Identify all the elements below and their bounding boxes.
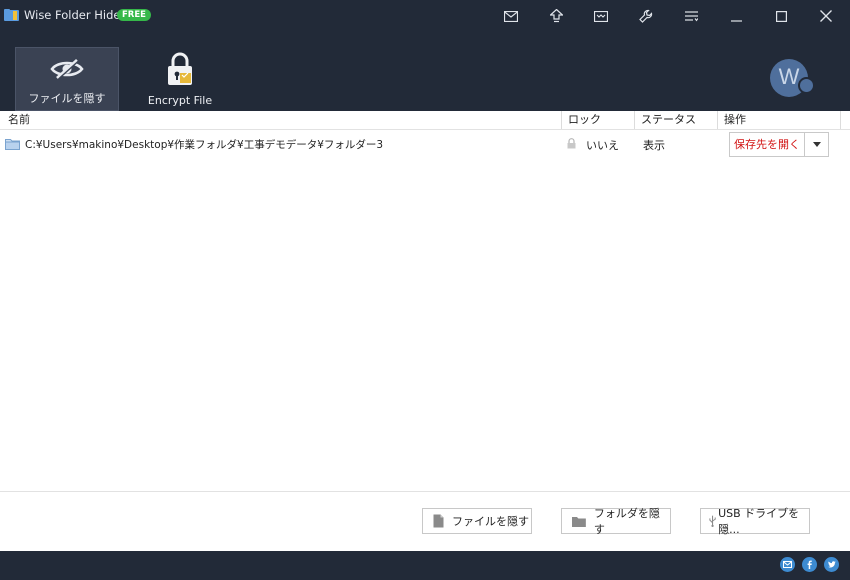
- minimize-icon: [730, 19, 742, 22]
- row-status-value: 表示: [643, 139, 665, 152]
- hide-folder-button[interactable]: フォルダを隠す: [561, 507, 671, 536]
- hide-file-button-label: ファイルを隠す: [452, 515, 529, 528]
- mail-icon: [504, 10, 518, 22]
- lock-icon: [567, 138, 576, 149]
- email-social-icon[interactable]: [780, 557, 795, 572]
- footer-bar: [0, 551, 850, 580]
- folder-icon: [572, 516, 586, 527]
- facebook-icon: [807, 560, 812, 569]
- settings-icon: [639, 9, 653, 23]
- table-header: 名前 ロック ステータス 操作: [0, 111, 850, 130]
- column-header-name[interactable]: 名前: [0, 111, 562, 129]
- column-header-lock[interactable]: ロック: [562, 111, 635, 129]
- app-header: Wise Folder Hider FREE ファイルを隠す Encrypt F…: [0, 0, 850, 111]
- close-button[interactable]: [812, 4, 840, 28]
- close-icon: [820, 10, 832, 22]
- avatar-status-dot: [798, 77, 815, 94]
- file-icon: [433, 514, 444, 528]
- twitter-social-icon[interactable]: [824, 557, 839, 572]
- envelope-icon: [783, 561, 792, 568]
- app-title: Wise Folder Hider: [24, 8, 126, 22]
- hide-file-button[interactable]: ファイルを隠す: [422, 508, 532, 534]
- caret-down-icon: [812, 142, 821, 147]
- hide-file-tool-label: ファイルを隠す: [28, 92, 106, 105]
- feedback-button[interactable]: [587, 4, 615, 28]
- maximize-icon: [775, 10, 787, 22]
- app-logo-icon: [4, 9, 19, 21]
- hide-file-tool[interactable]: ファイルを隠す: [15, 47, 119, 111]
- column-header-action[interactable]: 操作: [718, 111, 841, 129]
- bottom-separator: [0, 491, 850, 492]
- folder-icon: [5, 139, 20, 150]
- mail-button[interactable]: [497, 4, 525, 28]
- hidden-eye-icon: [50, 58, 84, 80]
- twitter-icon: [828, 561, 836, 568]
- encrypt-file-tool[interactable]: Encrypt File: [132, 47, 228, 111]
- encrypt-file-tool-label: Encrypt File: [147, 94, 213, 107]
- table-row[interactable]: C:¥Users¥makino¥Desktop¥作業フォルダ¥工事デモデータ¥フ…: [0, 131, 850, 157]
- upgrade-button[interactable]: [542, 4, 570, 28]
- row-path: C:¥Users¥makino¥Desktop¥作業フォルダ¥工事デモデータ¥フ…: [25, 139, 384, 151]
- free-badge: FREE: [117, 9, 151, 21]
- menu-icon: [684, 10, 698, 21]
- maximize-button[interactable]: [767, 4, 795, 28]
- settings-button[interactable]: [632, 4, 660, 28]
- hide-folder-button-label: フォルダを隠す: [593, 507, 660, 536]
- hide-usb-button[interactable]: USB ドライブを隠...: [700, 507, 810, 536]
- feedback-icon: [594, 10, 608, 22]
- open-location-button[interactable]: 保存先を開く: [729, 132, 805, 157]
- action-dropdown-button[interactable]: [804, 132, 829, 157]
- column-header-status[interactable]: ステータス: [635, 111, 718, 129]
- row-lock-value: いいえ: [586, 139, 619, 152]
- facebook-social-icon[interactable]: [802, 557, 817, 572]
- padlock-icon: [168, 52, 192, 85]
- menu-button[interactable]: [677, 4, 705, 28]
- upgrade-icon: [549, 9, 563, 23]
- title-bar: Wise Folder Hider FREE: [0, 0, 850, 32]
- hide-usb-button-label: USB ドライブを隠...: [718, 507, 800, 536]
- minimize-button[interactable]: [722, 4, 750, 28]
- usb-icon: [709, 515, 716, 528]
